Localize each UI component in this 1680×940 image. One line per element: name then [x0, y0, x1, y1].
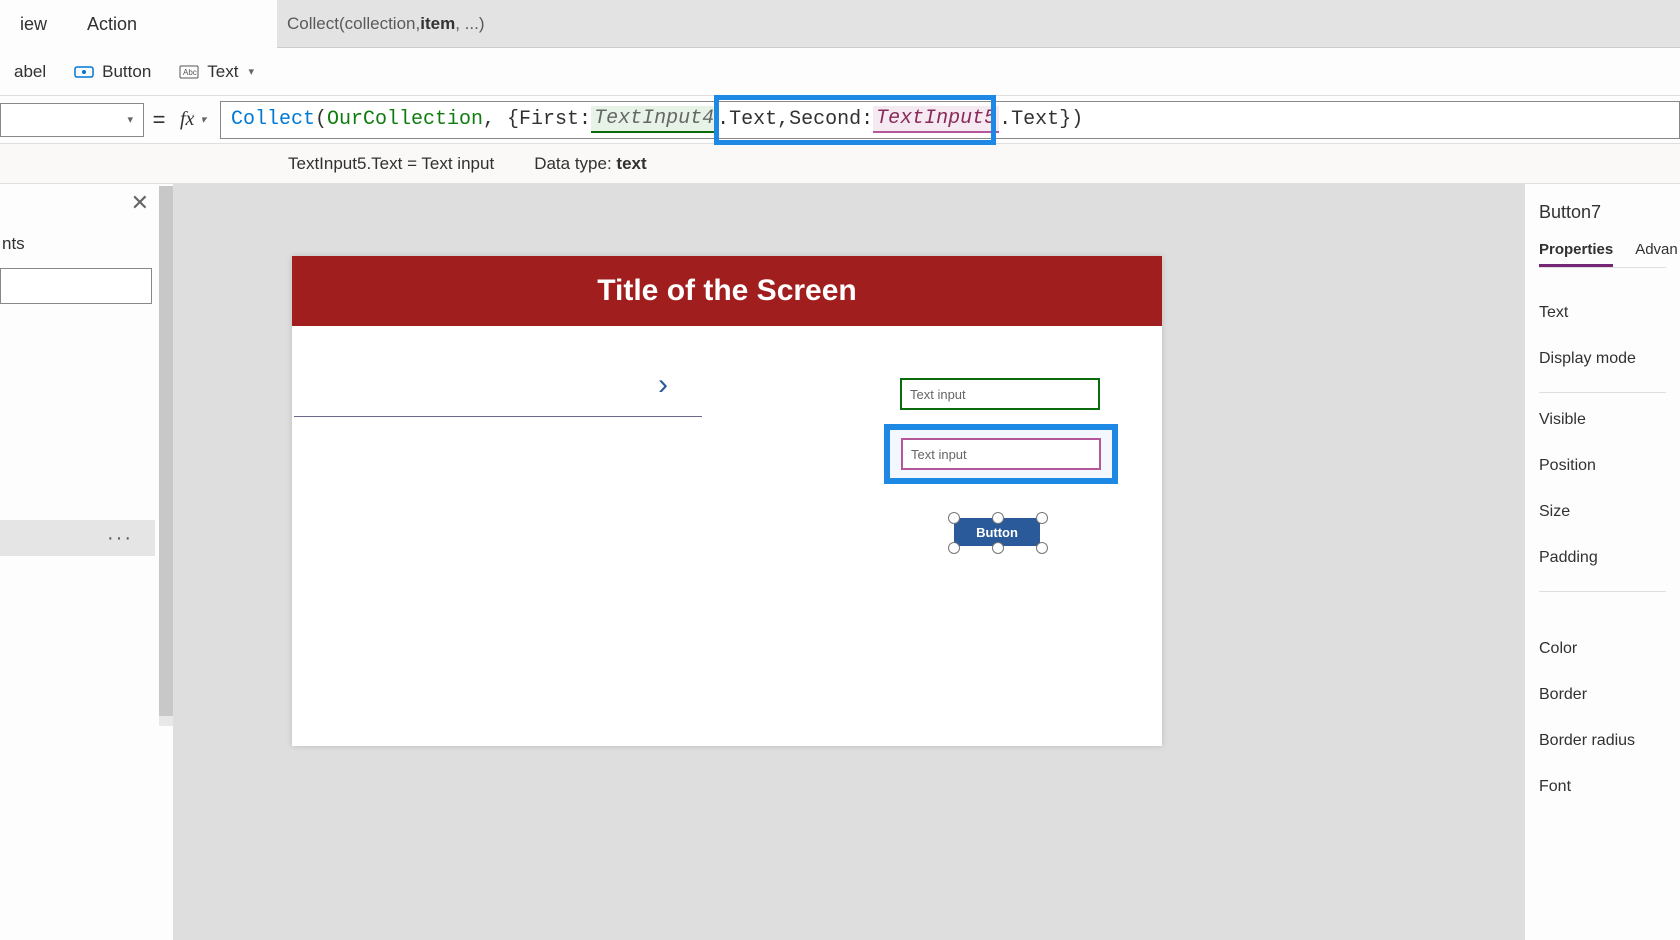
selection-handle[interactable]: [948, 542, 960, 554]
prop-color[interactable]: Color: [1539, 626, 1666, 672]
ribbon-label-text: abel: [14, 62, 46, 82]
formula-bar-row: ▾ = fx ▾ Collect ( OurCollection , { Fir…: [0, 96, 1680, 144]
close-icon[interactable]: ✕: [131, 190, 149, 216]
tree-selected-item[interactable]: ···: [0, 520, 155, 556]
divider: [1539, 392, 1666, 393]
svg-text:Abc: Abc: [183, 68, 197, 77]
tree-tab-components[interactable]: nts: [0, 230, 27, 258]
more-icon[interactable]: ···: [107, 527, 133, 550]
ribbon-toolbar: abel Button Abc Text ▾ item: A record or…: [0, 48, 1680, 96]
tab-properties[interactable]: Properties: [1539, 241, 1613, 267]
selection-handle[interactable]: [992, 542, 1004, 554]
selection-handle[interactable]: [992, 512, 1004, 524]
datatype-value: text: [616, 154, 646, 173]
menu-action[interactable]: Action: [67, 0, 157, 48]
prop-size[interactable]: Size: [1539, 489, 1666, 535]
text-icon: Abc: [179, 62, 199, 82]
tree-search-input[interactable]: [0, 268, 152, 304]
formula-token-paren: (: [315, 108, 327, 131]
formula-token-comma: , {: [483, 108, 519, 131]
annotation-highlight-textinput5: Text input: [884, 424, 1118, 484]
menu-view[interactable]: iew: [0, 0, 67, 48]
button-icon: [74, 62, 94, 82]
prop-border-radius[interactable]: Border radius: [1539, 718, 1666, 764]
formula-token-key: First:: [519, 108, 591, 131]
selected-control-name: Button7: [1539, 202, 1666, 223]
properties-tabs: Properties Advan: [1539, 241, 1666, 268]
canvas-area: Title of the Screen › Text input Text in…: [174, 184, 1524, 940]
ribbon-button-text: Button: [102, 62, 151, 82]
chevron-down-icon: ▾: [127, 113, 133, 126]
formula-sig-current-param: item: [420, 14, 455, 34]
formula-token-prop: .Text: [717, 108, 777, 131]
properties-panel: Button7 Properties Advan Text Display mo…: [1524, 184, 1680, 940]
prop-position[interactable]: Position: [1539, 443, 1666, 489]
chevron-down-icon: ▾: [248, 65, 254, 78]
divider-line: [294, 416, 702, 417]
main-area: ✕ nts ··· Title of the Screen › Text inp…: [0, 184, 1680, 940]
text-input-4[interactable]: Text input: [900, 378, 1100, 410]
tab-advanced[interactable]: Advan: [1635, 241, 1678, 267]
fx-button[interactable]: fx ▾: [174, 108, 212, 131]
formula-result-value: TextInput5.Text = Text input: [288, 154, 494, 174]
formula-token-comma: ,: [777, 108, 789, 131]
formula-token-identifier: OurCollection: [327, 108, 483, 131]
screen-canvas[interactable]: Title of the Screen › Text input Text in…: [292, 256, 1162, 746]
chevron-right-icon[interactable]: ›: [658, 368, 668, 402]
ribbon-text-text: Text: [207, 62, 238, 82]
text-input-5[interactable]: Text input: [901, 438, 1101, 470]
menu-bar: iew Action Collect(collection, item , ..…: [0, 0, 1680, 48]
formula-input[interactable]: Collect ( OurCollection , { First: TextI…: [220, 101, 1680, 139]
screen-title-label[interactable]: Title of the Screen: [292, 256, 1162, 326]
prop-text[interactable]: Text: [1539, 290, 1666, 336]
datatype-label: Data type:: [534, 154, 616, 173]
chevron-down-icon: ▾: [200, 113, 206, 126]
tree-scrollbar-thumb[interactable]: [159, 186, 173, 716]
formula-token-key: Second:: [789, 108, 873, 131]
formula-result-bar: TextInput5.Text = Text input Data type: …: [0, 144, 1680, 184]
property-selector-dropdown[interactable]: ▾: [0, 103, 144, 137]
selection-handle[interactable]: [1036, 512, 1048, 524]
formula-token-prop: .Text: [999, 108, 1059, 131]
prop-border[interactable]: Border: [1539, 672, 1666, 718]
selection-handle[interactable]: [948, 512, 960, 524]
divider: [1539, 591, 1666, 592]
formula-token-ref-textinput4: TextInput4: [591, 106, 717, 133]
equals-sign: =: [144, 107, 174, 133]
formula-result-datatype: Data type: text: [534, 154, 646, 174]
fx-label-text: fx: [180, 108, 194, 131]
formula-sig-prefix: Collect(collection,: [287, 14, 420, 34]
prop-font[interactable]: Font: [1539, 764, 1666, 810]
prop-display-mode[interactable]: Display mode: [1539, 336, 1666, 382]
formula-signature-tooltip: Collect(collection, item , ...): [277, 0, 1680, 48]
tree-view-panel: ✕ nts ···: [0, 184, 174, 940]
formula-token-function: Collect: [231, 108, 315, 131]
insert-text-button[interactable]: Abc Text ▾: [165, 48, 268, 95]
insert-button-button[interactable]: Button: [60, 48, 165, 95]
formula-token-ref-textinput5: TextInput5: [873, 106, 999, 133]
selection-handle[interactable]: [1036, 542, 1048, 554]
insert-label-button[interactable]: abel: [0, 48, 60, 95]
formula-token-close: }): [1059, 108, 1083, 131]
formula-sig-suffix: , ...): [455, 14, 484, 34]
prop-padding[interactable]: Padding: [1539, 535, 1666, 581]
prop-visible[interactable]: Visible: [1539, 397, 1666, 443]
